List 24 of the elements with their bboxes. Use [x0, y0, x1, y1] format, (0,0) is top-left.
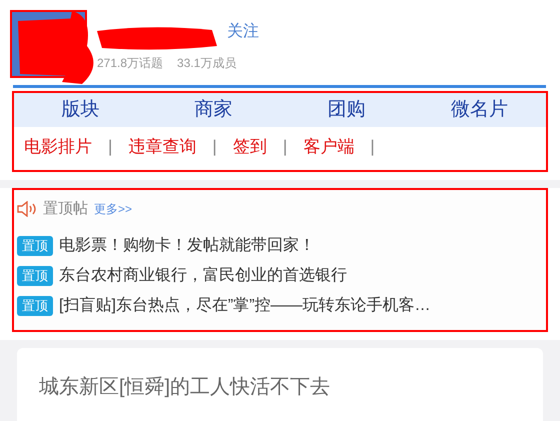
nav-link[interactable]: 违章查询	[128, 134, 196, 160]
pinned-badge: 置顶	[17, 236, 53, 256]
stat-text: 33.1万成员	[177, 55, 236, 72]
pinned-badge: 置顶	[17, 266, 53, 286]
nav-tab[interactable]: 版块	[14, 96, 147, 124]
nav-tab[interactable]: 商家	[147, 96, 280, 124]
stat-text: 271.8万话题	[97, 55, 164, 72]
nav-tab[interactable]: 团购	[280, 96, 413, 124]
follow-button[interactable]: 关注	[227, 20, 259, 44]
separator-text: |	[212, 136, 217, 158]
post-title-link[interactable]: 电影票！购物卡！发帖就能带回家！	[59, 234, 315, 258]
section-title: 置顶帖	[43, 198, 88, 219]
nav-link[interactable]: 签到	[232, 134, 267, 160]
nav-link[interactable]: 客户端	[303, 134, 354, 160]
separator-text: |	[108, 136, 112, 158]
post-title-link[interactable]: 东台农村商业银行，富民创业的首选银行	[59, 264, 347, 288]
speaker-icon	[17, 201, 37, 217]
nav-tab[interactable]: 微名片	[413, 96, 546, 124]
nav-link[interactable]: 电影排片	[24, 134, 92, 160]
separator-text: |	[370, 136, 375, 158]
separator-text: |	[282, 136, 288, 158]
pinned-badge: 置顶	[17, 296, 53, 316]
post-title-link[interactable]: [扫盲贴]东台热点，尽在”掌”控——玩转东论手机客…	[59, 294, 431, 318]
post-title: 城东新区[恒舜]的工人快活不下去	[39, 376, 330, 398]
